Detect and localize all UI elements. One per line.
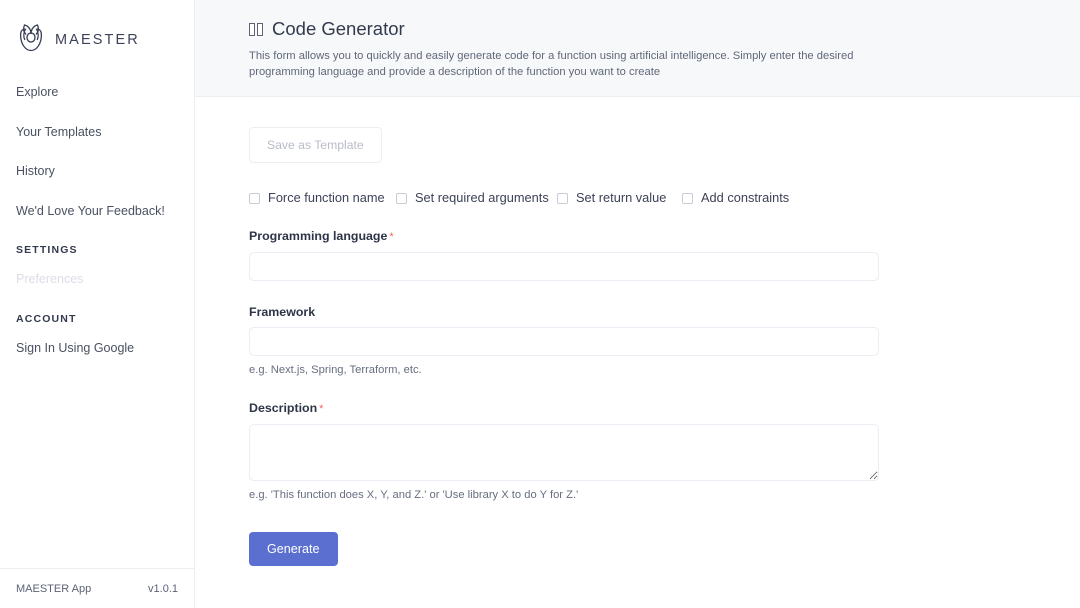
sidebar: MAESTER Explore Your Templates History W… [0, 0, 195, 608]
sidebar-nav: Explore Your Templates History We'd Love… [0, 62, 194, 568]
required-asterisk: * [319, 403, 324, 415]
sidebar-section-settings: SETTINGS [16, 244, 78, 256]
programming-language-input[interactable] [249, 252, 879, 281]
field-label-text: Programming language [249, 229, 388, 243]
main-content: Code Generator This form allows you to q… [195, 0, 1080, 608]
sidebar-footer: MAESTER App v1.0.1 [0, 568, 194, 608]
page-description: This form allows you to quickly and easi… [249, 50, 854, 78]
checkbox-label: Force function name [268, 190, 385, 205]
description-textarea[interactable] [249, 424, 879, 481]
footer-app-name: MAESTER App [16, 582, 92, 595]
app-root: MAESTER Explore Your Templates History W… [0, 0, 1080, 608]
checkbox-label: Set required arguments [415, 190, 549, 205]
footer-version: v1.0.1 [148, 582, 178, 595]
sidebar-item-history[interactable]: History [0, 157, 194, 185]
field-label-text: Description [249, 401, 318, 415]
checkbox-box-icon[interactable] [396, 192, 407, 204]
page-title: Code Generator [249, 18, 1050, 40]
page-header: Code Generator This form allows you to q… [195, 0, 1080, 97]
page-title-text: Code Generator [272, 18, 405, 39]
field-programming-language: Programming language * [249, 229, 1050, 281]
field-label: Description * [249, 401, 1050, 416]
brand[interactable]: MAESTER [0, 0, 194, 62]
framework-input[interactable] [249, 327, 879, 356]
description-help-text: e.g. 'This function does X, Y, and Z.' o… [249, 489, 579, 501]
required-asterisk: * [389, 231, 394, 243]
checkbox-label: Add constraints [701, 190, 790, 205]
generate-button[interactable]: Generate [249, 532, 338, 566]
checkbox-set-return-value[interactable]: Set return value [557, 191, 682, 205]
checkbox-box-icon[interactable] [682, 192, 693, 204]
checkbox-box-icon[interactable] [249, 192, 260, 204]
sidebar-section-account: ACCOUNT [16, 312, 77, 325]
field-label-text: Framework [249, 305, 316, 319]
checkbox-force-function-name[interactable]: Force function name [249, 191, 396, 205]
sidebar-item-explore[interactable]: Explore [0, 78, 194, 106]
sidebar-item-sign-in-using-google[interactable]: Sign In Using Google [0, 334, 194, 362]
missing-glyph-tofu-icon [249, 22, 263, 36]
brand-name: MAESTER [55, 32, 140, 48]
tulip-logo-icon [16, 23, 46, 57]
checkbox-label: Set return value [576, 190, 667, 205]
checkbox-box-icon[interactable] [557, 192, 568, 204]
field-framework: Framework e.g. Next.js, Spring, Terrafor… [249, 305, 1050, 377]
field-label: Programming language * [249, 229, 1050, 244]
field-label: Framework [249, 305, 1050, 319]
sidebar-item-feedback[interactable]: We'd Love Your Feedback! [0, 197, 194, 225]
sidebar-item-preferences: Preferences [16, 272, 84, 286]
options-checkbox-row: Force function name Set required argumen… [249, 191, 1050, 205]
sidebar-item-your-templates[interactable]: Your Templates [0, 118, 194, 146]
checkbox-set-required-arguments[interactable]: Set required arguments [396, 191, 557, 205]
code-generator-form: Save as Template Force function name Set… [195, 97, 1080, 566]
field-description: Description * e.g. 'This function does X,… [249, 401, 1050, 502]
checkbox-add-constraints[interactable]: Add constraints [682, 191, 789, 205]
save-as-template-button[interactable]: Save as Template [249, 127, 382, 163]
framework-help-text: e.g. Next.js, Spring, Terraform, etc. [249, 364, 422, 376]
